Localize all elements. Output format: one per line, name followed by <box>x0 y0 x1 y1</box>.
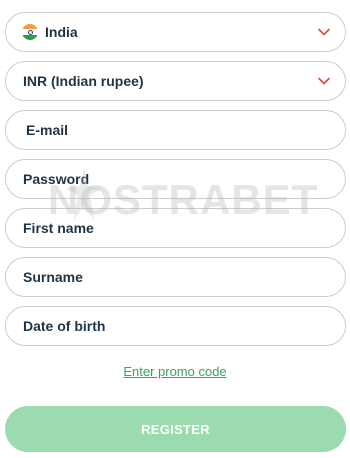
password-placeholder: Password <box>23 171 90 187</box>
password-field[interactable]: Password <box>5 159 346 199</box>
india-flag-icon <box>22 24 38 40</box>
first-name-placeholder: First name <box>23 220 94 236</box>
first-name-field[interactable]: First name <box>5 208 346 248</box>
country-select[interactable]: India <box>5 12 346 52</box>
chevron-down-icon <box>318 28 330 36</box>
surname-field[interactable]: Surname <box>5 257 346 297</box>
surname-placeholder: Surname <box>23 269 83 285</box>
chevron-down-icon <box>318 77 330 85</box>
enter-promo-code-link[interactable]: Enter promo code <box>123 364 226 379</box>
date-of-birth-placeholder: Date of birth <box>23 318 106 334</box>
register-button[interactable]: REGISTER <box>5 406 346 452</box>
date-of-birth-field[interactable]: Date of birth <box>5 306 346 346</box>
country-select-value: India <box>45 24 78 40</box>
promo-link-row: Enter promo code <box>0 364 350 379</box>
email-placeholder: E-mail <box>26 122 69 138</box>
email-field[interactable]: E-mail <box>5 110 346 150</box>
currency-select[interactable]: INR (Indian rupee) <box>5 61 346 101</box>
currency-select-value: INR (Indian rupee) <box>23 73 144 89</box>
